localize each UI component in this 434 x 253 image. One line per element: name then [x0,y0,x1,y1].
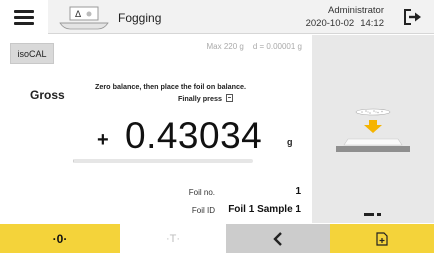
reading-sign: + [97,129,109,151]
capacity-bar-graph [73,159,253,163]
svg-text:Δ: Δ [75,10,82,20]
capacity-max: Max 220 g [206,42,244,51]
date-text: 2020-10-02 [305,18,355,29]
time-text: 14:12 [360,18,384,29]
user-name: Administrator [328,5,384,16]
weighing-mode-label: Gross [30,88,65,102]
back-button[interactable] [226,224,330,253]
page-indicator-active [364,213,374,216]
instruction-line-2: Finally press [178,94,233,103]
illustration-panel [312,35,434,223]
print-button[interactable] [330,224,434,253]
print-key-icon [225,94,233,102]
hamburger-icon [14,10,34,25]
app-title: Fogging [118,11,162,25]
foil-id-value: Foil 1 Sample 1 [228,204,301,215]
chevron-left-icon [273,231,282,246]
place-foil-on-pan-illustration [336,108,410,152]
page-indicator [377,213,381,216]
foil-no-label: Foil no. [188,188,215,197]
date-time: 2020-10-02 14:12 [306,18,384,29]
tare-button[interactable]: ·T· [120,224,226,253]
zero-button[interactable]: ·0· [0,224,120,253]
readability: d = 0.00001 g [252,42,302,51]
instruction-line-1: Zero balance, then place the foil on bal… [95,82,246,91]
menu-button[interactable] [0,0,48,34]
weight-reading: 0.43034 [125,115,263,156]
logout-icon [404,9,421,25]
foil-no-value: 1 [295,186,301,197]
balance-delta-icon: Δ [59,6,109,30]
print-document-icon [376,231,388,246]
foil-id-label: Foil ID [191,206,215,215]
weighing-area: isoCAL Max 220 g d = 0.00001 g Gross Zero… [0,35,310,223]
weight-unit: g [287,137,293,147]
capacity-info: Max 220 g d = 0.00001 g [206,42,302,51]
bottom-action-bar: ·0· ·T· [0,224,434,253]
top-bar: Δ Fogging Administrator 2020-10-02 14:12 [0,0,434,34]
instruction-line-2-text: Finally press [178,94,222,103]
isocal-button[interactable]: isoCAL [10,43,54,64]
logout-button[interactable] [392,0,434,34]
